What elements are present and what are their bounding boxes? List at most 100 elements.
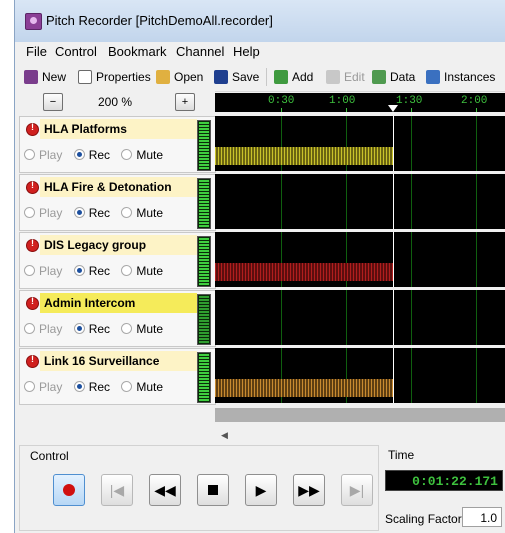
level-meter-fill — [199, 122, 209, 169]
grid-line — [476, 116, 477, 171]
grid-line — [476, 174, 477, 229]
mute-label: Mute — [136, 321, 164, 336]
rec-label: Rec — [88, 205, 111, 220]
channel-name[interactable]: DIS Legacy group — [40, 235, 197, 255]
rec-radio[interactable] — [73, 149, 85, 161]
add-channel-icon — [274, 69, 288, 84]
record-status-icon — [26, 180, 39, 194]
save-button[interactable]: Save — [214, 69, 259, 85]
mute-radio[interactable] — [121, 381, 133, 393]
scroll-left-icon[interactable]: ◀ — [221, 430, 228, 441]
channel-panel: DIS Legacy group Play Rec Mute — [19, 232, 216, 289]
menu-channel[interactable]: Channel — [176, 44, 224, 59]
channel-track[interactable] — [215, 174, 505, 229]
menu-bookmark[interactable]: Bookmark — [108, 44, 167, 59]
stop-icon — [208, 485, 218, 495]
rec-label: Rec — [88, 147, 111, 162]
grid-line — [476, 290, 477, 345]
tick — [346, 108, 347, 112]
rec-radio[interactable] — [73, 265, 85, 277]
channel-track[interactable] — [215, 116, 505, 171]
open-button[interactable]: Open — [156, 69, 203, 85]
zoom-out-icon: − — [49, 96, 57, 108]
channel-mode-group: Play Rec Mute — [24, 379, 171, 395]
stop-button[interactable] — [197, 474, 229, 506]
channel-name[interactable]: HLA Fire & Detonation — [40, 177, 197, 197]
level-meter-fill — [199, 238, 209, 285]
play-button[interactable]: ▶ — [245, 474, 277, 506]
save-icon — [214, 69, 228, 84]
channel-name[interactable]: HLA Platforms — [40, 119, 197, 139]
play-radio[interactable] — [24, 265, 35, 277]
grid-line — [476, 348, 477, 403]
properties-button[interactable]: Properties — [78, 69, 151, 85]
record-icon — [63, 484, 75, 496]
fast-forward-icon: ▶▶ — [298, 481, 320, 498]
channel-panel: HLA Fire & Detonation Play Rec Mute — [19, 174, 216, 231]
recorder-window: Pitch Recorder [PitchDemoAll.recorder] F… — [14, 0, 505, 533]
channel-track[interactable] — [215, 290, 505, 345]
grid-line — [281, 290, 282, 345]
toolbar-separator — [266, 68, 267, 86]
play-radio[interactable] — [24, 149, 35, 161]
instances-button[interactable]: Instances — [426, 69, 495, 85]
menu-file[interactable]: File — [26, 44, 47, 59]
instances-icon — [426, 69, 440, 84]
channel-panel: Link 16 Surveillance Play Rec Mute — [19, 348, 216, 405]
channel-name[interactable]: Admin Intercom — [40, 293, 197, 313]
record-status-icon — [26, 354, 39, 368]
scaling-factor-input[interactable]: 1.0 — [462, 507, 502, 527]
mute-radio[interactable] — [121, 265, 133, 277]
rewind-button[interactable]: ◀◀ — [149, 474, 181, 506]
rec-radio[interactable] — [73, 323, 85, 335]
record-button[interactable] — [53, 474, 85, 506]
zoom-out-button[interactable]: − — [43, 93, 63, 111]
title-bar: Pitch Recorder [PitchDemoAll.recorder] — [15, 0, 505, 42]
channel-panel: HLA Platforms Play Rec Mute — [19, 116, 216, 173]
play-radio[interactable] — [24, 207, 35, 219]
time-label: Time — [388, 448, 415, 462]
control-panel: Control |◀ ◀◀ ▶ ▶▶ ▶| — [19, 445, 379, 531]
level-meter — [197, 120, 211, 171]
menu-help[interactable]: Help — [233, 44, 260, 59]
timeline-ruler[interactable]: 0:30 1:00 1:30 2:00 — [215, 93, 505, 112]
skip-end-button[interactable]: ▶| — [341, 474, 373, 506]
skip-start-button[interactable]: |◀ — [101, 474, 133, 506]
play-label: Play — [39, 147, 63, 162]
grid-line — [281, 174, 282, 229]
grid-line — [411, 232, 412, 287]
control-label: Control — [30, 449, 69, 463]
grid-line — [476, 232, 477, 287]
grid-line — [346, 174, 347, 229]
horizontal-scrollbar[interactable] — [215, 408, 505, 422]
zoom-in-button[interactable]: + — [175, 93, 195, 111]
signal-waveform — [215, 379, 393, 397]
channel-track[interactable] — [215, 232, 505, 287]
skip-start-icon: |◀ — [109, 481, 125, 498]
mute-radio[interactable] — [121, 149, 133, 161]
play-radio[interactable] — [24, 323, 35, 335]
rec-radio[interactable] — [73, 207, 85, 219]
new-button[interactable]: New — [24, 69, 66, 85]
channel-track[interactable] — [215, 348, 505, 403]
signal-waveform — [215, 263, 393, 281]
mute-radio[interactable] — [121, 323, 133, 335]
tick-label: 2:00 — [461, 95, 488, 107]
menu-control[interactable]: Control — [55, 44, 97, 59]
tick-label: 1:30 — [396, 95, 423, 107]
playhead-marker[interactable] — [388, 105, 398, 112]
channel-name[interactable]: Link 16 Surveillance — [40, 351, 197, 371]
play-radio[interactable] — [24, 381, 35, 393]
data-button[interactable]: Data — [372, 69, 415, 85]
edit-button[interactable]: Edit — [326, 69, 365, 85]
tick-label: 1:00 — [329, 95, 356, 107]
mute-radio[interactable] — [121, 207, 133, 219]
fast-forward-button[interactable]: ▶▶ — [293, 474, 325, 506]
tick — [281, 108, 282, 112]
channel-mode-group: Play Rec Mute — [24, 263, 171, 279]
add-button[interactable]: Add — [274, 69, 313, 85]
tick — [411, 108, 412, 112]
zoom-in-icon: + — [181, 96, 189, 108]
mute-label: Mute — [136, 205, 164, 220]
rec-radio[interactable] — [73, 381, 85, 393]
